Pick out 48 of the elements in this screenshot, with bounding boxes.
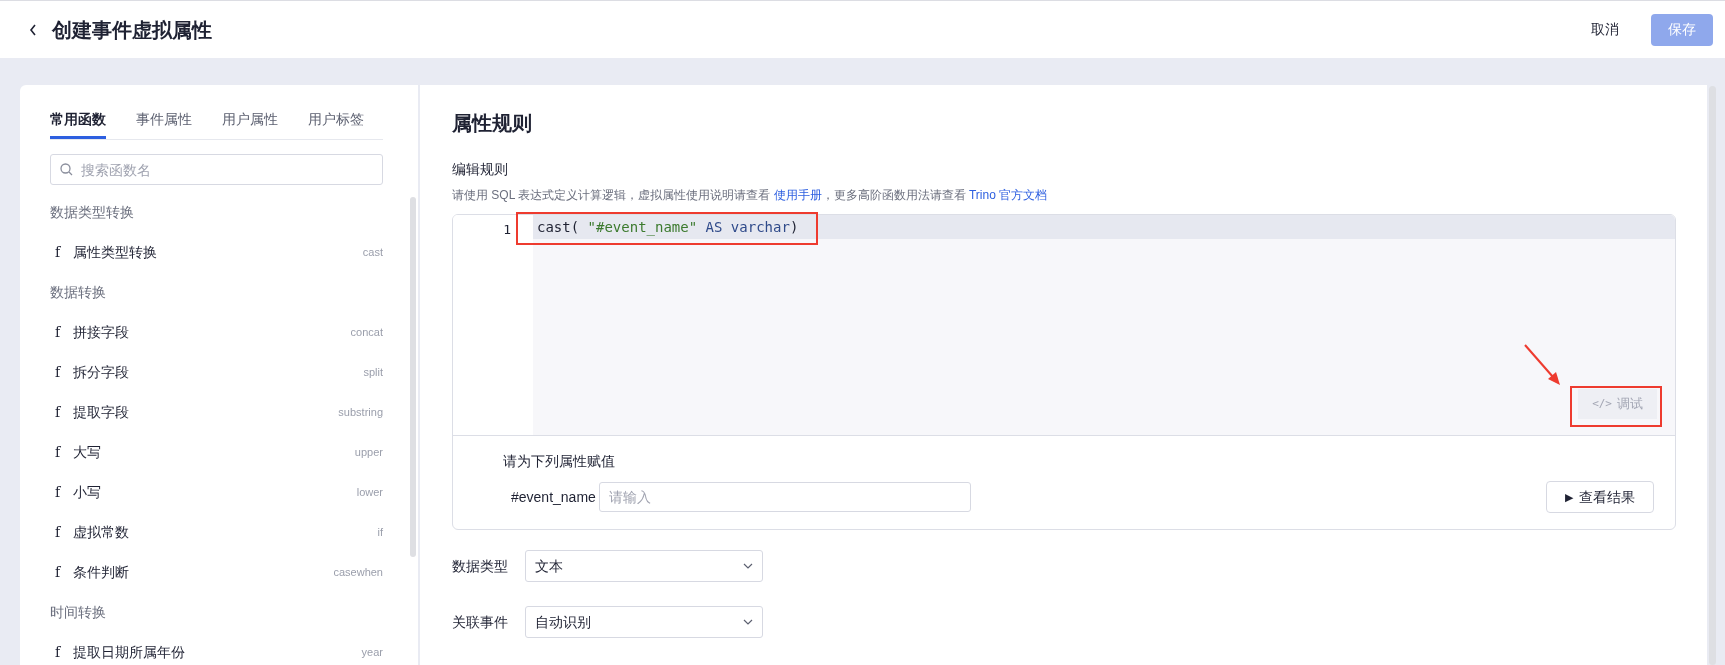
cancel-button[interactable]: 取消 xyxy=(1579,13,1631,46)
sidebar-tab[interactable]: 事件属性 xyxy=(136,103,192,139)
view-result-button[interactable]: ▶ 查看结果 xyxy=(1546,481,1654,513)
sidebar-tab[interactable]: 用户属性 xyxy=(222,103,278,139)
function-icon: f xyxy=(55,641,73,663)
page-title: 创建事件虚拟属性 xyxy=(52,17,212,43)
function-icon: f xyxy=(55,521,73,543)
function-icon: f xyxy=(55,401,73,423)
chevron-down-icon xyxy=(743,563,753,569)
function-item[interactable]: f 拆分字段 split xyxy=(50,352,383,392)
help-link[interactable]: 使用手册 xyxy=(773,188,822,202)
search-field[interactable]: 搜索函数名 xyxy=(50,154,383,185)
function-icon: f xyxy=(55,441,73,463)
function-item[interactable]: f 提取字段 substring xyxy=(50,392,383,432)
field-label: 请为下列属性赋值 xyxy=(503,452,616,471)
function-icon: f xyxy=(55,481,73,503)
help-link[interactable]: Trino 官方文档 xyxy=(968,188,1048,202)
sidebar-tab[interactable]: 常用函数 xyxy=(50,103,106,139)
chevron-down-icon xyxy=(743,619,753,625)
function-item[interactable]: f 条件判断 casewhen xyxy=(50,552,383,592)
category-heading: 时间转换 xyxy=(50,602,106,622)
field-label: 编辑规则 xyxy=(452,160,509,179)
function-item[interactable]: f 虚拟常数 if xyxy=(50,512,383,552)
field-label: 数据类型 xyxy=(452,556,509,576)
function-item[interactable]: f 大写 upper xyxy=(50,432,383,472)
dropdown[interactable]: 自动识别 xyxy=(525,606,763,638)
section-title: 属性规则 xyxy=(452,111,533,136)
scrollbar[interactable] xyxy=(410,197,416,557)
dropdown[interactable]: 文本 xyxy=(525,550,763,582)
field-label: #event_name xyxy=(511,487,597,507)
field-label: 关联事件 xyxy=(452,612,509,632)
pointer-arrow xyxy=(1523,343,1563,387)
search-icon xyxy=(60,163,73,176)
function-item[interactable]: f 拼接字段 concat xyxy=(50,312,383,352)
function-icon: f xyxy=(55,241,73,263)
sidebar-tab[interactable]: 用户标签 xyxy=(308,103,364,139)
function-item[interactable]: f 提取日期所属年份 year xyxy=(50,632,383,665)
function-icon: f xyxy=(55,321,73,343)
line-number: 1 xyxy=(502,221,512,240)
function-icon: f xyxy=(55,361,73,383)
back-icon[interactable] xyxy=(28,22,38,37)
category-heading: 数据转换 xyxy=(50,282,106,302)
function-item[interactable]: f 小写 lower xyxy=(50,472,383,512)
value-input[interactable]: 请输入 xyxy=(599,482,971,512)
function-icon: f xyxy=(55,561,73,583)
function-item[interactable]: f 属性类型转换 cast xyxy=(50,232,383,272)
category-heading: 数据类型转换 xyxy=(50,202,134,222)
rule-description: 请使用 SQL 表达式定义计算逻辑，虚拟属性使用说明请查看 使用手册，更多高阶函数用法请查看 Trino 官方文档 xyxy=(452,187,1049,204)
